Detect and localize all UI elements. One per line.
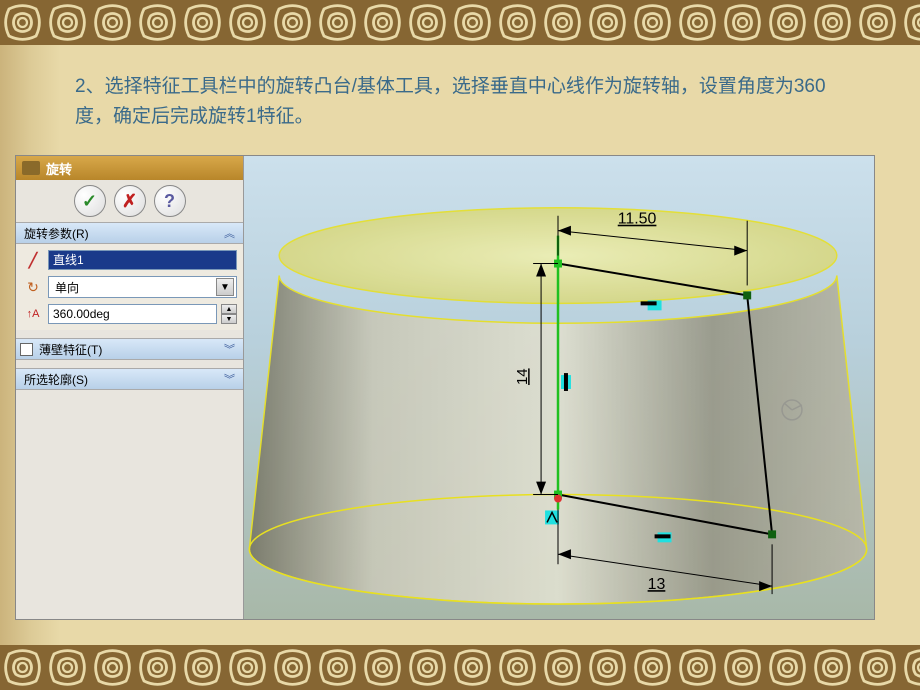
axis-row: ╱ 直线1 — [22, 250, 237, 270]
thin-feature-checkbox[interactable] — [20, 343, 33, 356]
celtic-knot-icon — [405, 645, 450, 690]
sketch-point — [768, 530, 776, 538]
ornament-bottom — [0, 645, 920, 690]
celtic-knot-icon — [405, 0, 450, 45]
celtic-knot-icon — [225, 645, 270, 690]
celtic-knot-icon — [450, 0, 495, 45]
dropdown-arrow-icon: ▼ — [216, 278, 234, 296]
celtic-knot-icon — [720, 0, 765, 45]
property-panel: 旋转 ✓ ✗ ? 旋转参数(R) ︽ ╱ 直线1 ↻ 单向 ▼ — [16, 156, 244, 619]
thin-feature-label: 薄壁特征(T) — [39, 341, 102, 358]
celtic-knot-icon — [90, 645, 135, 690]
celtic-knot-icon — [765, 645, 810, 690]
angle-row: ↑A ▲ ▼ — [22, 304, 237, 324]
celtic-knot-icon — [0, 0, 45, 45]
celtic-knot-icon — [360, 0, 405, 45]
celtic-knot-icon — [90, 0, 135, 45]
panel-action-buttons: ✓ ✗ ? — [16, 180, 243, 222]
panel-title-text: 旋转 — [46, 159, 72, 178]
celtic-knot-icon — [900, 645, 920, 690]
celtic-knot-icon — [315, 0, 360, 45]
thin-feature-header[interactable]: 薄壁特征(T) ︾ — [16, 338, 243, 360]
rotation-params-header[interactable]: 旋转参数(R) ︽ — [16, 222, 243, 244]
celtic-knot-icon — [585, 645, 630, 690]
profile-header[interactable]: 所选轮廓(S) ︾ — [16, 368, 243, 390]
origin-point — [554, 495, 562, 503]
celtic-knot-icon — [180, 645, 225, 690]
axis-icon: ╱ — [22, 250, 44, 270]
profile-label: 所选轮廓(S) — [24, 371, 88, 388]
panel-title-bar: 旋转 — [16, 156, 243, 180]
frustum-preview: 11.50 14 13 — [244, 156, 874, 619]
expand-icon: ︾ — [224, 371, 235, 387]
svg-text:14: 14 — [514, 368, 531, 385]
celtic-knot-icon — [675, 645, 720, 690]
cad-window: 旋转 ✓ ✗ ? 旋转参数(R) ︽ ╱ 直线1 ↻ 单向 ▼ — [15, 155, 875, 620]
celtic-knot-icon — [45, 0, 90, 45]
celtic-knot-icon — [270, 0, 315, 45]
direction-value: 单向 — [55, 279, 79, 296]
angle-input[interactable] — [48, 304, 217, 324]
celtic-knot-icon — [540, 645, 585, 690]
help-button[interactable]: ? — [154, 185, 186, 217]
cancel-button[interactable]: ✗ — [114, 185, 146, 217]
celtic-knot-icon — [675, 0, 720, 45]
rotation-params-body: ╱ 直线1 ↻ 单向 ▼ ↑A ▲ ▼ — [16, 244, 243, 330]
celtic-knot-icon — [630, 645, 675, 690]
direction-dropdown[interactable]: 单向 ▼ — [48, 276, 237, 298]
celtic-knot-icon — [585, 0, 630, 45]
expand-icon: ︾ — [224, 341, 235, 357]
rotation-params-label: 旋转参数(R) — [24, 225, 89, 242]
celtic-knot-icon — [495, 0, 540, 45]
celtic-knot-icon — [270, 645, 315, 690]
celtic-knot-icon — [810, 0, 855, 45]
celtic-knot-icon — [0, 645, 45, 690]
celtic-knot-icon — [765, 0, 810, 45]
celtic-knot-icon — [180, 0, 225, 45]
instruction-text: 2、选择特征工具栏中的旋转凸台/基体工具，选择垂直中心线作为旋转轴，设置角度为3… — [75, 72, 860, 133]
3d-viewport[interactable]: 11.50 14 13 — [244, 156, 874, 619]
celtic-knot-icon — [810, 645, 855, 690]
angle-icon: ↑A — [22, 304, 44, 324]
celtic-knot-icon — [540, 0, 585, 45]
revolve-icon — [22, 161, 40, 175]
celtic-knot-icon — [360, 645, 405, 690]
celtic-knot-icon — [135, 0, 180, 45]
celtic-knot-icon — [135, 645, 180, 690]
direction-icon[interactable]: ↻ — [22, 277, 44, 297]
spinner-up-button[interactable]: ▲ — [221, 304, 237, 314]
celtic-knot-icon — [45, 645, 90, 690]
direction-row: ↻ 单向 ▼ — [22, 276, 237, 298]
celtic-knot-icon — [225, 0, 270, 45]
celtic-knot-icon — [855, 645, 900, 690]
sketch-point — [743, 291, 751, 299]
collapse-icon: ︽ — [224, 225, 235, 241]
angle-spinner: ▲ ▼ — [221, 304, 237, 324]
ornament-top — [0, 0, 920, 45]
celtic-knot-icon — [315, 645, 360, 690]
panel-spacer — [16, 390, 243, 619]
celtic-knot-icon — [450, 645, 495, 690]
spinner-down-button[interactable]: ▼ — [221, 314, 237, 324]
svg-text:13: 13 — [648, 576, 666, 593]
celtic-knot-icon — [720, 645, 765, 690]
celtic-knot-icon — [630, 0, 675, 45]
celtic-knot-icon — [495, 645, 540, 690]
celtic-knot-icon — [855, 0, 900, 45]
axis-input[interactable]: 直线1 — [48, 250, 237, 270]
ok-button[interactable]: ✓ — [74, 185, 106, 217]
svg-text:11.50: 11.50 — [618, 211, 657, 228]
celtic-knot-icon — [900, 0, 920, 45]
